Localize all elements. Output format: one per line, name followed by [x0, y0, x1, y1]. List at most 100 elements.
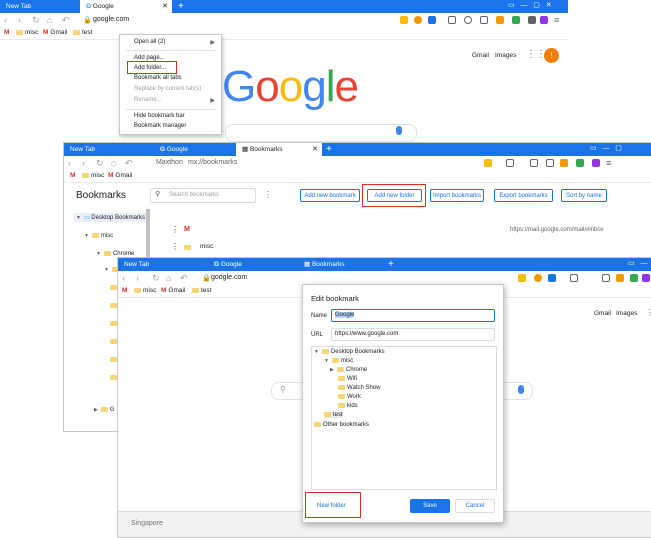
extension-icon[interactable]	[512, 16, 520, 24]
add-new-bookmark-button[interactable]: Add new bookmark	[300, 189, 360, 202]
screenshot-icon[interactable]	[530, 159, 538, 167]
tree-item-misc[interactable]: ▼ misc	[84, 233, 113, 239]
download-icon[interactable]	[480, 16, 488, 24]
bookmark-misc[interactable]: misc	[16, 29, 38, 36]
tab-new-tab[interactable]: New Tab	[118, 258, 198, 271]
forward-icon[interactable]: ›	[136, 273, 139, 283]
bookmark-test[interactable]: test	[192, 287, 211, 294]
back-icon[interactable]: ‹	[122, 273, 125, 283]
lightning-icon[interactable]	[518, 274, 526, 282]
undo-icon[interactable]: ↶	[62, 15, 70, 26]
forward-icon[interactable]: ›	[82, 158, 85, 168]
images-link[interactable]: Images	[495, 52, 516, 59]
reload-icon[interactable]: ↻	[32, 15, 40, 26]
new-tab-button[interactable]: +	[326, 143, 332, 156]
export-bookmarks-button[interactable]: Export bookmarks	[494, 189, 553, 202]
name-field[interactable]: Google	[331, 309, 495, 322]
menu-icon[interactable]: ≡	[554, 15, 559, 25]
search-box[interactable]	[225, 124, 417, 142]
back-icon[interactable]: ‹	[4, 15, 7, 25]
reader-icon[interactable]	[528, 16, 536, 24]
menu-item-open-all[interactable]: Open all (2)	[134, 39, 165, 45]
tree-item-other-bookmarks[interactable]: Other bookmarks	[314, 422, 369, 428]
reload-icon[interactable]: ↻	[96, 158, 104, 169]
night-mode-icon[interactable]	[464, 16, 472, 24]
star-icon[interactable]	[548, 274, 556, 282]
vpn-icon[interactable]	[540, 16, 548, 24]
tab-bookmarks[interactable]: ▦ Bookmarks ✕	[236, 143, 322, 156]
home-icon[interactable]: ⌂	[111, 158, 116, 168]
tree-item-watch-show[interactable]: Watch Show	[338, 385, 380, 391]
menu-icon[interactable]: ≡	[606, 158, 611, 168]
window-controls[interactable]: ▭ — ▢	[590, 144, 622, 152]
home-icon[interactable]: ⌂	[166, 273, 171, 283]
menu-item-bookmark-all-tabs[interactable]: Bookmark all tabs	[134, 75, 182, 81]
tab-google[interactable]: G Google ✕	[80, 0, 172, 13]
import-bookmarks-button[interactable]: Import bookmarks	[430, 189, 484, 202]
notes-icon[interactable]	[496, 16, 504, 24]
tree-item-work[interactable]: Work	[338, 394, 361, 400]
tab-google[interactable]: G Google	[154, 143, 234, 156]
notes-icon[interactable]	[560, 159, 568, 167]
tree-item-chrome[interactable]: ▶ Chrome	[330, 367, 367, 373]
bookmark-gmail[interactable]: M Gmail	[108, 172, 132, 179]
eye-icon[interactable]	[414, 16, 422, 24]
gmail-link[interactable]: Gmail	[472, 52, 489, 59]
search-bookmarks-field[interactable]: ⚲ Search bookmarks	[150, 188, 256, 203]
images-link[interactable]: Images	[616, 310, 637, 317]
screenshot-icon[interactable]	[448, 16, 456, 24]
tree-item-desktop-bookmarks[interactable]: ▼ ▭ Desktop Bookmarks	[74, 213, 147, 222]
undo-icon[interactable]: ↶	[125, 158, 133, 169]
mic-icon[interactable]	[396, 126, 402, 135]
cancel-button[interactable]: Cancel	[455, 499, 495, 513]
tab-new-tab[interactable]: New Tab	[64, 143, 144, 156]
close-icon[interactable]: ✕	[312, 143, 318, 156]
tree-item-test[interactable]: test	[324, 412, 343, 419]
bookmark-gmail-icon-only[interactable]: M	[122, 287, 129, 294]
row-menu-icon[interactable]: ⋮	[171, 225, 179, 234]
undo-icon[interactable]: ↶	[180, 273, 188, 284]
bookmark-gmail[interactable]: M Gmail	[43, 29, 67, 36]
lightning-icon[interactable]	[400, 16, 408, 24]
home-icon[interactable]: ⌂	[47, 15, 52, 25]
avatar[interactable]: !	[544, 48, 559, 63]
apps-grid-icon[interactable]: ⋮	[646, 308, 651, 317]
url-input[interactable]: mx://bookmarks	[188, 159, 237, 166]
new-tab-button[interactable]: +	[388, 258, 394, 271]
menu-item-bookmark-manager[interactable]: Bookmark manager	[134, 123, 186, 129]
gmail-link[interactable]: Gmail	[594, 310, 611, 317]
url-field[interactable]: https://www.google.com	[331, 328, 495, 341]
reload-icon[interactable]: ↻	[152, 273, 160, 284]
download-icon[interactable]	[602, 274, 610, 282]
row-menu-icon[interactable]: ⋮	[171, 242, 179, 251]
back-icon[interactable]: ‹	[68, 158, 71, 168]
forward-icon[interactable]: ›	[18, 15, 21, 25]
url-input[interactable]: google.com	[93, 16, 129, 23]
bookmark-misc[interactable]: misc	[134, 287, 156, 294]
tab-bookmarks[interactable]: ▦ Bookmarks	[298, 258, 384, 271]
sort-by-name-button[interactable]: Sort by name	[561, 189, 607, 202]
tab-new-tab[interactable]: New Tab	[0, 0, 78, 13]
tree-item-desktop-bookmarks[interactable]: ▼ Desktop Bookmarks	[314, 349, 385, 355]
menu-item-hide-bookmark-bar[interactable]: Hide bookmark bar	[134, 113, 185, 119]
star-icon[interactable]	[506, 159, 514, 167]
tree-item-kids[interactable]: kids	[338, 403, 358, 409]
vpn-icon[interactable]	[642, 274, 650, 282]
tree-item-g[interactable]: ▶ G	[94, 407, 115, 413]
window-controls[interactable]: ▭ —	[628, 259, 647, 267]
bookmark-gmail-icon-only[interactable]: M	[70, 172, 77, 179]
mic-icon[interactable]	[518, 385, 524, 394]
lightning-icon[interactable]	[484, 159, 492, 167]
tree-item-misc[interactable]: ▼ misc	[324, 358, 353, 364]
star-icon[interactable]	[428, 16, 436, 24]
close-icon[interactable]: ✕	[162, 0, 168, 13]
eye-icon[interactable]	[534, 274, 542, 282]
extension-icon[interactable]	[630, 274, 638, 282]
extension-icon[interactable]	[576, 159, 584, 167]
apps-grid-icon[interactable]: ⋮⋮	[526, 49, 546, 60]
url-input[interactable]: google.com	[211, 274, 247, 281]
bookmark-test[interactable]: test	[73, 29, 92, 36]
tab-google[interactable]: G Google	[208, 258, 288, 271]
screenshot-icon[interactable]	[570, 274, 578, 282]
more-options-icon[interactable]: ⋮	[264, 190, 272, 199]
